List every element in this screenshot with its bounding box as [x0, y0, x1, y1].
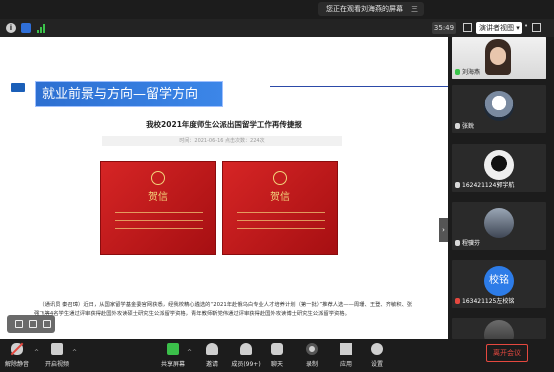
- certificate-line: [237, 220, 325, 221]
- info-icon[interactable]: i: [6, 23, 16, 33]
- slide-section-title: 就业前景与方向—留学方向: [35, 81, 223, 107]
- participant-tile[interactable]: 校铭 163421125左校铭: [452, 260, 546, 308]
- certificate-line: [115, 220, 203, 221]
- participant-name: 程骥芬: [455, 238, 480, 247]
- chat-button[interactable]: 聊天: [260, 343, 294, 368]
- certificate-photo: 贺信: [222, 161, 338, 255]
- participant-tile[interactable]: 程骥芬: [452, 202, 546, 250]
- mic-icon: [455, 122, 460, 129]
- apps-button[interactable]: 应用: [329, 343, 363, 368]
- avatar: [484, 208, 514, 238]
- certificate-title: 贺信: [270, 192, 290, 203]
- screen-share-notice: 您正在观看刘海燕的屏幕 三: [318, 2, 424, 16]
- mic-icon: [455, 181, 460, 188]
- avatar: 校铭: [484, 266, 514, 296]
- meeting-toolbar: 解除静音 ^ 开启视频 ^ 共享屏幕 ^ 邀请 成员(99+) 聊天 录制 应用…: [0, 339, 554, 372]
- title-divider: [270, 86, 448, 87]
- chat-icon: [271, 343, 283, 355]
- meeting-window: 您正在观看刘海燕的屏幕 三 i 35:49 演讲者视图 ▾ • 就业前景与方向—…: [0, 0, 554, 372]
- article-meta: 时间：2021-06-16 点击次数：224次: [102, 136, 342, 146]
- chevron-up-icon[interactable]: ^: [187, 349, 192, 356]
- chevron-up-icon[interactable]: ^: [34, 349, 39, 356]
- participant-tile[interactable]: 张銳: [452, 85, 546, 133]
- annotate-icon[interactable]: [15, 320, 23, 328]
- signal-icon[interactable]: [37, 23, 47, 33]
- certificate-line: [237, 212, 325, 213]
- article-title: 我校2021年度师生公派出国留学工作再传捷报: [146, 120, 302, 129]
- slide-icon: [11, 83, 25, 92]
- participant-panel: 刘海燕 张銳 162421124郭宇航 程骥芬 校铭 163421125左校铭: [452, 37, 554, 339]
- video-button[interactable]: 开启视频: [40, 343, 74, 368]
- record-icon: [306, 343, 318, 355]
- share-screen-button[interactable]: 共享屏幕: [156, 343, 190, 368]
- share-screen-icon: [167, 343, 179, 355]
- participant-tile[interactable]: [452, 318, 546, 339]
- shared-screen: 就业前景与方向—留学方向 我校2021年度师生公派出国留学工作再传捷报 时间：2…: [0, 37, 448, 339]
- participant-tile[interactable]: 162421124郭宇航: [452, 144, 546, 192]
- more-icon[interactable]: •: [524, 22, 528, 30]
- certificate-line: [115, 212, 203, 213]
- mic-icon: [455, 239, 460, 246]
- seal-icon: [273, 171, 287, 185]
- certificate-photo: 贺信: [100, 161, 216, 255]
- participant-name: 张銳: [455, 121, 474, 130]
- fullscreen-icon[interactable]: [532, 23, 541, 32]
- certificate-line: [115, 228, 203, 229]
- mic-on-icon: [455, 68, 460, 75]
- apps-icon: [340, 343, 352, 355]
- participant-tile[interactable]: 刘海燕: [452, 37, 546, 79]
- leave-meeting-button[interactable]: 离开会议: [486, 344, 528, 362]
- panel-toggle-button[interactable]: ›: [439, 218, 448, 242]
- participant-name: 刘海燕: [455, 67, 480, 76]
- certificate-title: 贺信: [148, 192, 168, 203]
- seal-icon: [151, 171, 165, 185]
- camera-off-icon: [51, 343, 63, 355]
- mic-muted-icon: [455, 297, 460, 304]
- grid-icon[interactable]: [463, 23, 472, 32]
- shield-icon[interactable]: [21, 23, 31, 33]
- article-body: （通讯员 秦召璋）近日，从国家留学基金委官网获悉，经我校精心遴选的“2021年赴…: [34, 302, 413, 317]
- participant-name: 163421125左校铭: [455, 296, 514, 305]
- gear-icon: [371, 343, 383, 355]
- zoom-icon[interactable]: [43, 320, 51, 328]
- chevron-up-icon[interactable]: ^: [72, 349, 77, 356]
- notice-text: 您正在观看刘海燕的屏幕: [326, 5, 403, 13]
- annotation-controls[interactable]: [7, 315, 55, 333]
- notice-menu-icon[interactable]: 三: [411, 2, 418, 16]
- avatar: [484, 150, 514, 180]
- pointer-icon[interactable]: [29, 320, 37, 328]
- presenter-face: [485, 39, 511, 75]
- meeting-status-bar: i 35:49 演讲者视图 ▾ •: [0, 19, 554, 37]
- view-mode-select[interactable]: 演讲者视图 ▾: [476, 22, 522, 34]
- mute-button[interactable]: 解除静音: [0, 343, 34, 368]
- record-button[interactable]: 录制: [295, 343, 329, 368]
- avatar: [484, 91, 514, 121]
- meeting-timer: 35:49: [432, 22, 456, 34]
- participant-name: 162421124郭宇航: [455, 180, 514, 189]
- settings-button[interactable]: 设置: [360, 343, 394, 368]
- invite-icon: [206, 343, 218, 355]
- mic-muted-icon: [11, 343, 23, 355]
- avatar: [484, 320, 514, 339]
- certificate-line: [237, 228, 325, 229]
- invite-button[interactable]: 邀请: [195, 343, 229, 368]
- members-icon: [240, 343, 252, 355]
